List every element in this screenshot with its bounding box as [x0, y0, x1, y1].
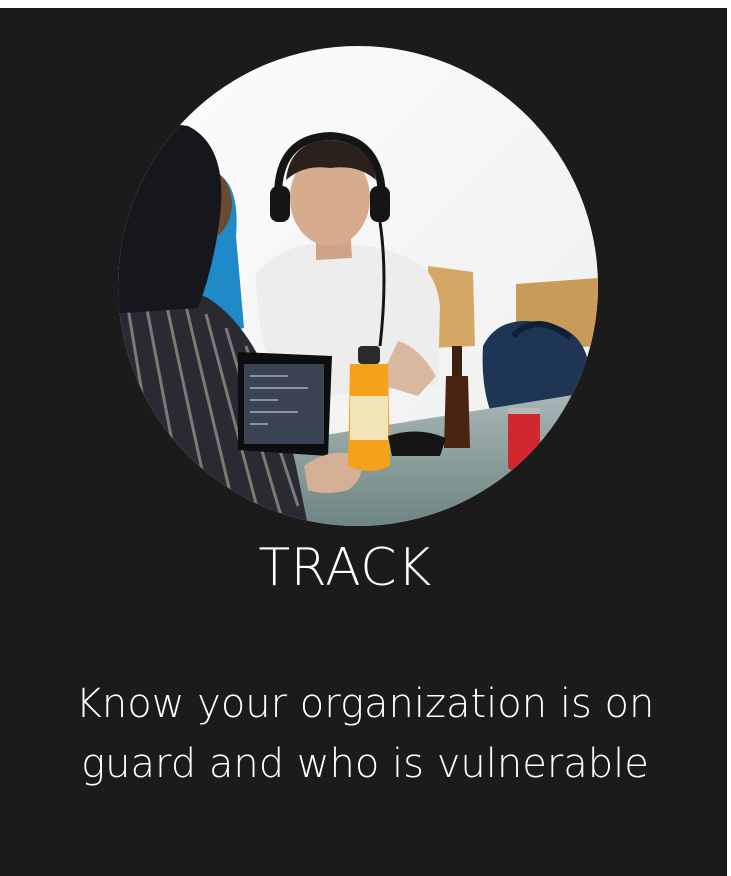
feature-card: TRACK Know your organization is on guard…: [0, 8, 727, 876]
card-title: TRACK: [258, 538, 432, 598]
feature-photo: [118, 46, 598, 526]
description-line: guard and who is vulnerable: [81, 741, 649, 787]
card-description: Know your organization is on guard and w…: [20, 674, 710, 794]
description-line: Know your organization is on: [75, 681, 655, 727]
